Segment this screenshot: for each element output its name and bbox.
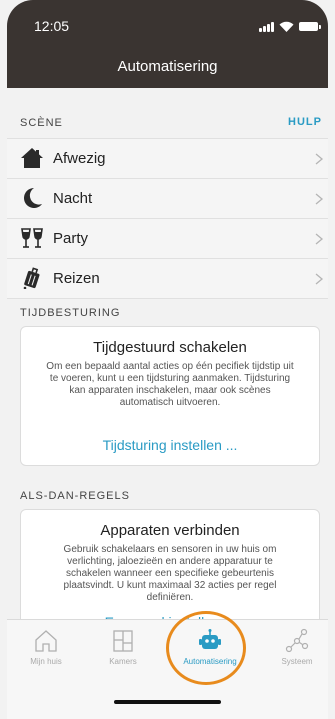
tab-label: Kamers [109, 657, 137, 666]
status-time: 12:05 [34, 18, 70, 34]
scene-heading: SCÈNE [20, 117, 63, 129]
tab-label: Mijn huis [30, 657, 62, 666]
page-title: Automatisering [117, 58, 218, 75]
timing-heading: TIJDBESTURING [20, 307, 121, 319]
tab-label: Systeem [281, 657, 313, 666]
scene-item-label: Afwezig [53, 150, 106, 167]
rules-section-header: ALS-DAN-REGELS [7, 487, 328, 507]
timing-card-title: Tijdgestuurd schakelen [93, 339, 247, 356]
timing-card: Tijdgestuurd schakelen Om een bepaald aa… [20, 326, 320, 466]
battery-icon [299, 21, 321, 31]
scene-section-header: SCÈNE HULP [7, 114, 328, 134]
chevron-right-icon [315, 273, 324, 285]
highlight-circle [166, 611, 246, 685]
scene-list: Afwezig Nacht Party Reizen [7, 138, 328, 299]
scene-item-party[interactable]: Party [7, 218, 328, 258]
suitcase-icon [23, 267, 40, 289]
moon-icon [24, 188, 42, 208]
phone-screen: 12:05 Automatisering SCÈNE HULP Afwezig [7, 0, 328, 719]
timing-setup-link[interactable]: Tijdsturing instellen ... [21, 437, 319, 453]
app-header: 12:05 Automatisering [7, 0, 328, 88]
scene-item-label: Party [53, 230, 89, 247]
rules-card-title: Apparaten verbinden [100, 522, 240, 539]
wifi-icon [279, 21, 294, 32]
scene-item-nacht[interactable]: Nacht [7, 178, 328, 218]
rules-heading: ALS-DAN-REGELS [20, 490, 130, 502]
scene-item-label: Nacht [53, 190, 93, 207]
rooms-icon [113, 630, 133, 652]
rules-card-description: Gebruik schakelaars en sensoren in uw hu… [63, 544, 277, 603]
tab-mijn-huis[interactable]: Mijn huis [14, 620, 78, 680]
help-link[interactable]: HULP [288, 116, 322, 128]
bottom-tab-bar: Mijn huis Kamers Automatisering Systeem [7, 619, 328, 719]
glasses-icon [21, 228, 43, 248]
tab-kamers[interactable]: Kamers [91, 620, 155, 680]
chevron-right-icon [315, 233, 324, 245]
timing-card-description: Om een bepaald aantal acties op één peci… [46, 361, 294, 408]
status-icons [259, 19, 321, 33]
signal-icon [259, 21, 274, 32]
chevron-right-icon [315, 193, 324, 205]
timing-section-header: TIJDBESTURING [7, 304, 328, 324]
chevron-right-icon [315, 153, 324, 165]
scene-item-reizen[interactable]: Reizen [7, 258, 328, 299]
home-indicator [114, 700, 221, 704]
scene-item-label: Reizen [53, 270, 100, 287]
tab-systeem[interactable]: Systeem [265, 620, 328, 680]
house-outline-icon [35, 630, 57, 652]
scene-item-afwezig[interactable]: Afwezig [7, 138, 328, 178]
network-icon [285, 628, 309, 653]
home-icon [21, 148, 43, 168]
